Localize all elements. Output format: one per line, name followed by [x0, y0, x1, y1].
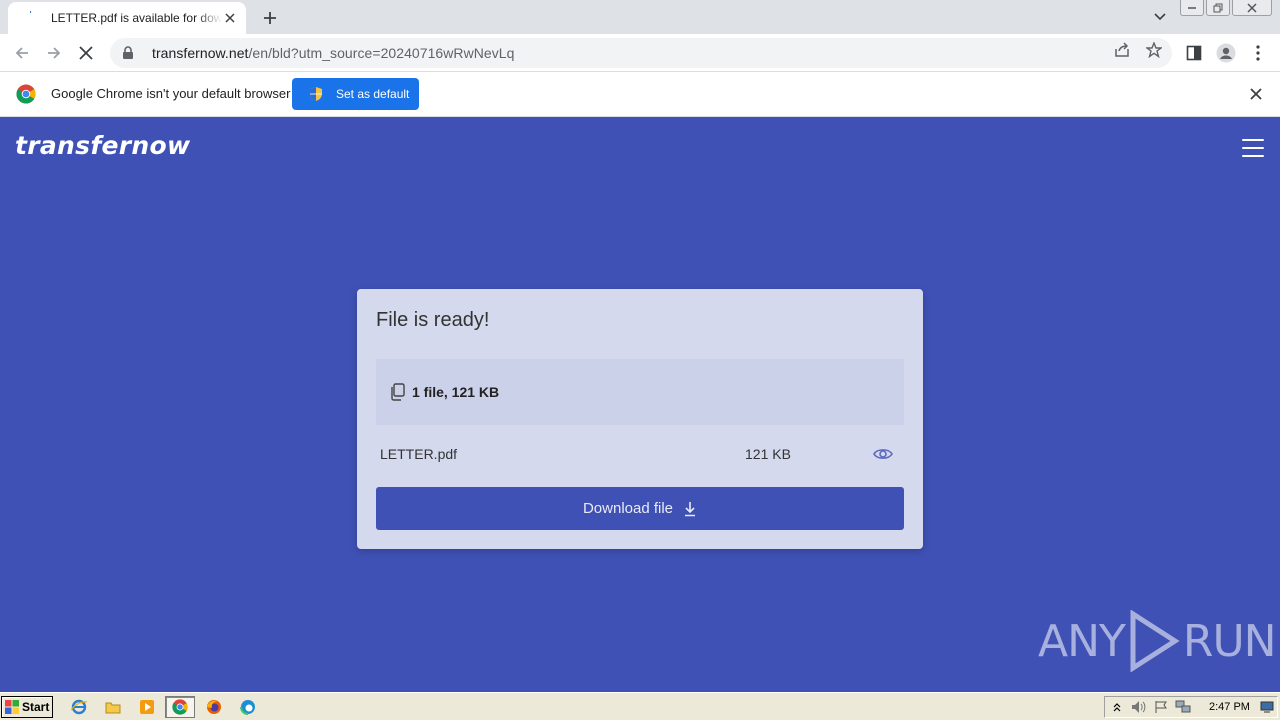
brand-logo[interactable]: transfernow [15, 131, 190, 160]
share-icon[interactable] [1113, 41, 1131, 59]
menu-kebab-icon[interactable] [1248, 43, 1268, 63]
url-text: transfernow.net/en/bld?utm_source=202407… [152, 45, 515, 61]
chrome-taskbar-icon[interactable] [165, 696, 195, 718]
tab-close-icon[interactable] [222, 10, 238, 26]
anyrun-watermark: ANY RUN [1038, 610, 1277, 672]
tray-expand-icon[interactable] [1109, 699, 1125, 715]
window-controls [1180, 0, 1272, 16]
file-name: LETTER.pdf [380, 446, 458, 462]
play-logo-icon [1130, 610, 1180, 672]
minimize-icon[interactable] [1180, 0, 1204, 16]
ie-icon[interactable] [70, 698, 88, 716]
forward-icon[interactable] [42, 41, 66, 65]
watermark-right: RUN [1182, 615, 1277, 667]
uac-shield-icon [310, 87, 322, 101]
page-body: transfernow File is ready! 1 file, 121 K… [0, 117, 1280, 692]
browser-toolbar: transfernow.net/en/bld?utm_source=202407… [0, 34, 1280, 72]
file-row: LETTER.pdf 121 KB [376, 439, 904, 469]
download-file-label: Download file [582, 500, 674, 517]
close-icon[interactable] [1248, 86, 1264, 102]
default-browser-infobar: Google Chrome isn't your default browser… [0, 72, 1280, 117]
address-bar[interactable]: transfernow.net/en/bld?utm_source=202407… [110, 38, 1172, 68]
download-icon [685, 501, 696, 516]
eye-preview-icon[interactable] [873, 445, 893, 463]
side-panel-icon[interactable] [1184, 43, 1204, 63]
system-tray: 2:47 PM [1104, 696, 1278, 718]
lock-icon[interactable] [120, 45, 136, 61]
start-button[interactable]: Start [1, 696, 53, 718]
hamburger-menu-icon[interactable] [1242, 139, 1264, 157]
tab-active[interactable]: LETTER.pdf is available for download [8, 2, 246, 34]
watermark-left: ANY [1038, 615, 1126, 667]
close-window-icon[interactable] [1232, 0, 1272, 16]
profile-icon[interactable] [1216, 43, 1236, 63]
media-player-icon[interactable] [138, 698, 156, 716]
firefox-icon[interactable] [205, 698, 223, 716]
action-center-flag-icon[interactable] [1153, 699, 1169, 715]
bookmark-star-icon[interactable] [1145, 41, 1163, 59]
chrome-logo-icon [16, 84, 36, 104]
set-as-default-button[interactable]: Set as default [292, 78, 419, 110]
edge-icon[interactable] [239, 698, 257, 716]
infobar-message: Google Chrome isn't your default browser [51, 86, 291, 101]
chevron-down-icon[interactable] [1150, 8, 1170, 26]
restore-icon[interactable] [1206, 0, 1230, 16]
file-card: File is ready! 1 file, 121 KB LETTER.pdf… [357, 289, 923, 549]
windows-flag-icon [5, 700, 19, 714]
start-label: Start [22, 700, 50, 714]
stop-icon[interactable] [74, 41, 98, 65]
network-icon[interactable] [1175, 699, 1191, 715]
download-file-button[interactable]: Download file [376, 487, 904, 530]
set-as-default-label: Set as default [336, 87, 410, 101]
tab-title: LETTER.pdf is available for download [51, 11, 223, 25]
tab-strip: LETTER.pdf is available for download [0, 0, 1280, 34]
clock: 2:47 PM [1209, 701, 1250, 713]
back-icon[interactable] [10, 41, 34, 65]
files-copy-icon [391, 383, 405, 401]
taskbar: Start 2:47 PM [0, 692, 1280, 720]
file-size: 121 KB [745, 446, 791, 462]
loading-icon [22, 10, 38, 26]
show-desktop-icon[interactable] [1259, 699, 1275, 715]
new-tab-icon[interactable] [258, 6, 282, 30]
card-title: File is ready! [376, 309, 490, 331]
file-summary: 1 file, 121 KB [376, 359, 904, 425]
volume-icon[interactable] [1131, 699, 1147, 715]
folder-icon[interactable] [104, 698, 122, 716]
file-summary-text: 1 file, 121 KB [412, 384, 500, 400]
